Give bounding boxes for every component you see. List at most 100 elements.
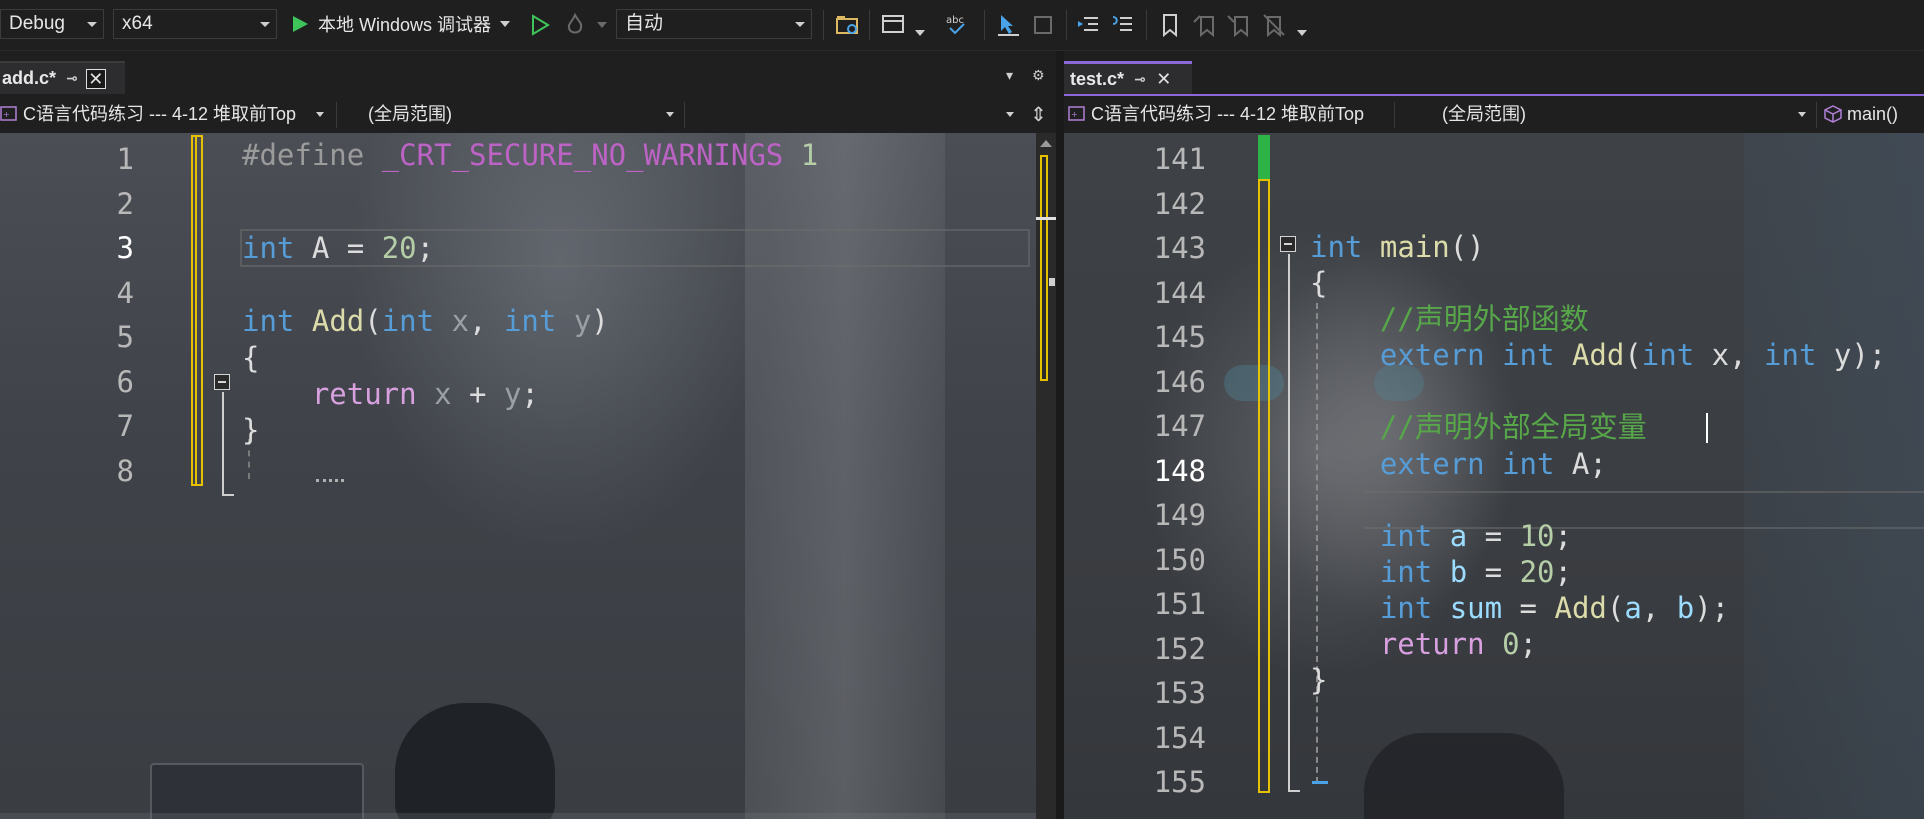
chevron-down-icon[interactable]: ▾: [1006, 67, 1013, 84]
line-number: 151: [1153, 587, 1206, 621]
chevron-down-icon: [666, 112, 674, 117]
window-decoration: [1744, 133, 1924, 819]
chevron-down-icon: [597, 22, 607, 28]
spellcheck-icon[interactable]: abc: [944, 12, 970, 38]
line-number: 153: [1153, 676, 1206, 710]
indent-icon[interactable]: [1110, 12, 1136, 38]
outline-line: [222, 392, 224, 496]
tab-strip: test.c* ⊸ ✕: [1064, 51, 1924, 96]
platform-dropdown[interactable]: x64: [113, 9, 277, 39]
code-line: return 0;: [1379, 627, 1538, 661]
bookmark-clear-icon[interactable]: [1261, 12, 1287, 38]
config-dropdown[interactable]: Debug: [0, 9, 104, 39]
suggestion-dots[interactable]: [316, 479, 344, 486]
cube-icon: [1824, 105, 1842, 123]
bookmark-icon[interactable]: [1157, 12, 1183, 38]
mode-value: 自动: [625, 13, 664, 34]
toolbar-separator: [823, 10, 824, 40]
code-line: int main(): [1310, 230, 1485, 264]
navigation-bar: + C语言代码练习 --- 4-12 堆取前Top (全局范围) main(): [1064, 96, 1924, 134]
pin-icon[interactable]: ⊸: [1134, 71, 1146, 88]
toolbar-separator: [869, 10, 870, 40]
tab-strip: add.c* ⊸ ✕ ▾ ⚙: [0, 51, 1056, 96]
line-number: 145: [1153, 320, 1206, 354]
chevron-down-icon: [1006, 112, 1014, 117]
cursor-select-icon[interactable]: [995, 12, 1021, 38]
line-number: 8: [116, 453, 134, 488]
chevron-down-icon: [1798, 112, 1806, 117]
folder-icon[interactable]: [834, 12, 860, 38]
project-dropdown[interactable]: + C语言代码练习 --- 4-12 堆取前Top: [1068, 100, 1390, 128]
collapse-icon[interactable]: [214, 374, 230, 390]
code-line: extern int Add(int x, int y);: [1379, 338, 1887, 372]
member-dropdown[interactable]: main(): [1824, 100, 1924, 128]
fire-icon[interactable]: [562, 12, 588, 38]
vertical-scrollbar[interactable]: [1036, 133, 1056, 819]
tab-test-c[interactable]: test.c* ⊸ ✕: [1064, 61, 1192, 94]
split-icon[interactable]: [1030, 12, 1056, 38]
line-number: 155: [1153, 765, 1206, 799]
project-icon: +: [1068, 106, 1085, 121]
project-icon: +: [0, 106, 17, 121]
line-number: 7: [116, 409, 134, 443]
svg-text:+: +: [1071, 110, 1078, 119]
scroll-up-icon[interactable]: [1036, 137, 1056, 151]
window-layout-icon[interactable]: [880, 12, 906, 38]
start-debug-button[interactable]: 本地 Windows 调试器: [290, 9, 513, 39]
line-numbers: 141 142 143 144 145 146 147 148 149 150 …: [1124, 137, 1206, 805]
code-editor-left[interactable]: 1 2 3 4 5 6 7 8 #define _CRT_SECURE_NO_W…: [0, 133, 1056, 819]
editor-pane-left: add.c* ⊸ ✕ ▾ ⚙ + C语言代码练习 --- 4-12 堆取前Top…: [0, 51, 1056, 819]
scope-label: (全局范围): [1442, 104, 1526, 124]
code-line: int Add(int x, int y): [242, 304, 609, 338]
close-icon[interactable]: ✕: [1154, 69, 1174, 89]
editor-splitter[interactable]: [1056, 51, 1064, 819]
line-numbers: 1 2 3 4 5 6 7 8: [70, 137, 134, 493]
bookmark-prev-icon[interactable]: [1192, 12, 1218, 38]
project-label: C语言代码练习 --- 4-12 堆取前Top: [23, 104, 297, 124]
navigation-bar: + C语言代码练习 --- 4-12 堆取前Top (全局范围) ⇕: [0, 96, 1056, 134]
overflow-icon[interactable]: [1296, 28, 1308, 38]
cat-decoration: [1364, 733, 1564, 819]
code-line: #define _CRT_SECURE_NO_WARNINGS 1: [242, 138, 819, 172]
svg-text:+: +: [3, 110, 10, 119]
scope-label: (全局范围): [368, 104, 452, 124]
config-value: Debug: [9, 13, 65, 34]
scrollbar-thumb[interactable]: [1049, 278, 1055, 286]
bookmark-next-icon[interactable]: [1226, 12, 1252, 38]
line-number: 146: [1153, 364, 1206, 399]
line-number: 2: [116, 186, 134, 221]
close-icon[interactable]: ✕: [85, 68, 106, 89]
collapse-icon[interactable]: [1280, 236, 1296, 252]
split-window-icon[interactable]: ⇕: [1030, 102, 1047, 127]
scope-dropdown[interactable]: (全局范围): [1442, 100, 1812, 128]
line-number: 3: [116, 231, 134, 265]
member-label: main(): [1847, 104, 1899, 124]
chevron-down-icon: [260, 22, 270, 27]
scrollbar-change-marker: [1040, 155, 1048, 381]
gear-icon[interactable]: ⚙: [1032, 67, 1045, 84]
line-number: 152: [1153, 631, 1206, 666]
pin-icon[interactable]: ⊸: [66, 70, 78, 87]
project-dropdown[interactable]: + C语言代码练习 --- 4-12 堆取前Top: [0, 100, 330, 128]
brace-match-marker: [1312, 781, 1328, 784]
desk-decoration: [0, 813, 1050, 819]
platform-value: x64: [122, 13, 153, 34]
outdent-icon[interactable]: [1076, 12, 1102, 38]
outline-line: [1288, 254, 1290, 792]
scope-dropdown[interactable]: (全局范围): [368, 100, 680, 128]
play-outline-icon[interactable]: [528, 12, 554, 38]
member-dropdown[interactable]: [690, 100, 1020, 128]
project-label: C语言代码练习 --- 4-12 堆取前Top: [1091, 104, 1365, 124]
solution-config-dropdown[interactable]: 自动: [616, 9, 812, 39]
svg-text:abc: abc: [946, 15, 964, 26]
line-number: 1: [116, 142, 134, 176]
line-number: 144: [1153, 275, 1206, 310]
line-number: 154: [1153, 720, 1206, 755]
change-indicator-modified: [1258, 179, 1270, 793]
tab-add-c[interactable]: add.c* ⊸ ✕: [0, 61, 125, 94]
play-icon: [293, 16, 308, 32]
line-number: 6: [116, 364, 134, 399]
line-number: 141: [1153, 142, 1206, 176]
code-editor-right[interactable]: 141 142 143 144 145 146 147 148 149 150 …: [1064, 133, 1924, 819]
line-number: 143: [1153, 231, 1206, 265]
